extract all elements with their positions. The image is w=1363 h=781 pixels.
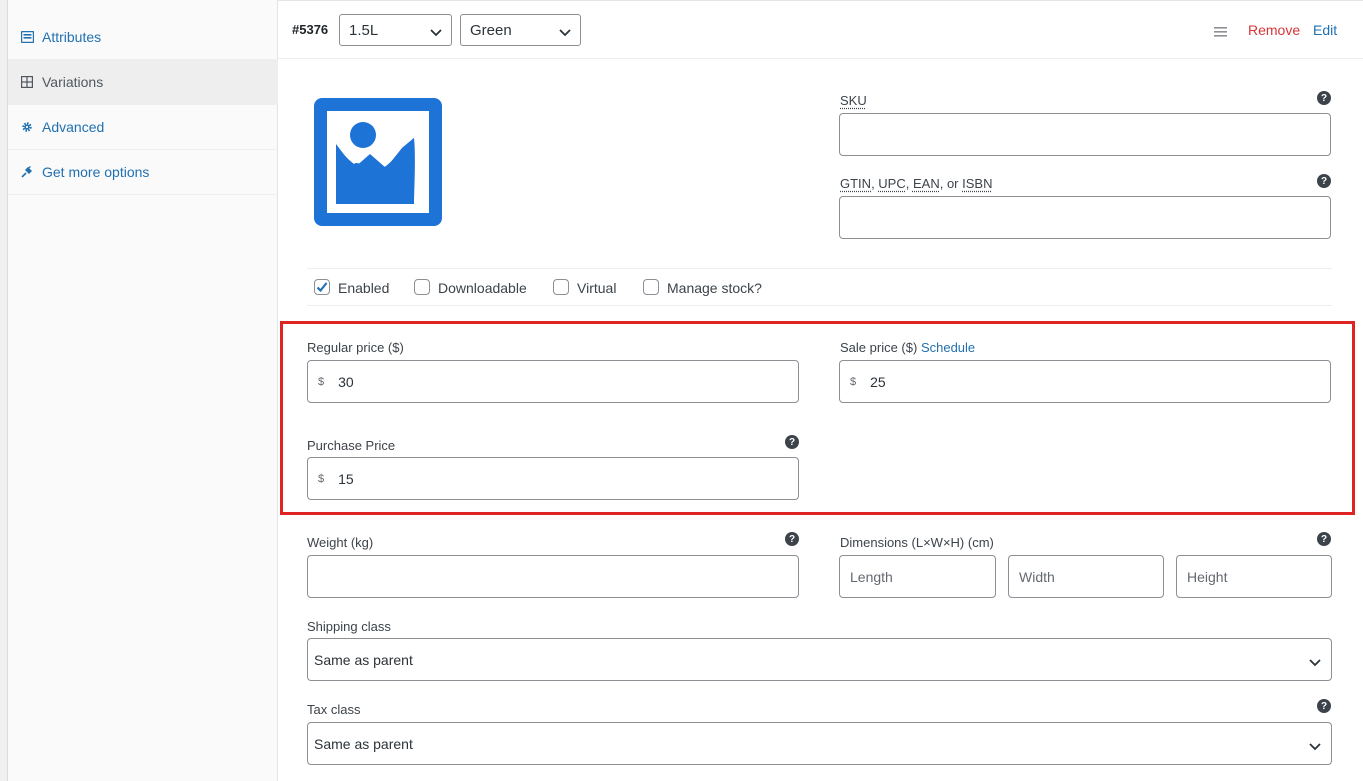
select-value: Same as parent <box>314 735 413 752</box>
gear-icon <box>20 120 34 134</box>
variation-id: #5376 <box>292 22 329 37</box>
weight-input[interactable] <box>307 555 799 598</box>
height-input[interactable]: Height <box>1176 555 1332 598</box>
sale-price-text: Sale price ($) <box>840 340 918 355</box>
variation-header: #5376 1.5L Green Remove Edit <box>278 0 1363 59</box>
chevron-down-icon <box>559 24 571 41</box>
sidebar-item-get-more-options[interactable]: Get more options <box>8 150 278 195</box>
grid-icon <box>20 75 34 89</box>
sale-price-input[interactable]: $ 25 <box>839 360 1331 403</box>
regular-price-input[interactable]: $ 30 <box>307 360 799 403</box>
currency-symbol: $ <box>318 472 325 485</box>
sku-label: SKU <box>840 93 867 108</box>
help-icon[interactable]: ? <box>785 532 799 546</box>
chevron-down-icon <box>1309 654 1321 670</box>
input-placeholder: Length <box>850 568 893 585</box>
sidebar-item-advanced[interactable]: Advanced <box>8 105 278 150</box>
sku-input[interactable] <box>839 113 1331 156</box>
sidebar-item-label: Advanced <box>42 119 105 135</box>
variation-panel: Attributes Variations Advanced Get more … <box>7 0 1363 781</box>
regular-price-label: Regular price ($) <box>307 340 404 355</box>
help-icon[interactable]: ? <box>1317 699 1331 713</box>
sidebar-item-label: Get more options <box>42 164 150 180</box>
help-icon[interactable]: ? <box>1317 532 1331 546</box>
ean-abbr: EAN <box>912 176 940 191</box>
upc-abbr: UPC <box>878 176 906 191</box>
variation-options-row: Enabled Downloadable Virtual Manage stoc… <box>307 268 1332 306</box>
enabled-checkbox[interactable] <box>314 279 330 295</box>
help-icon[interactable]: ? <box>1317 91 1331 105</box>
image-placeholder-icon <box>314 98 442 226</box>
schedule-link[interactable]: Schedule <box>921 340 975 355</box>
manage-stock-label: Manage stock? <box>667 280 762 296</box>
chevron-down-icon <box>1309 738 1321 754</box>
purchase-price-input[interactable]: $ 15 <box>307 457 799 500</box>
enabled-label: Enabled <box>338 280 390 296</box>
shipping-class-select[interactable]: Same as parent <box>307 638 1332 681</box>
remove-variation-link[interactable]: Remove <box>1248 22 1300 38</box>
gtin-label: GTIN, UPC, EAN, or ISBN <box>840 176 992 191</box>
gtin-sep: , <box>905 176 913 191</box>
sidebar-item-variations[interactable]: Variations <box>8 60 278 105</box>
virtual-checkbox[interactable] <box>553 279 569 295</box>
attributes-icon <box>20 30 34 44</box>
select-value: 1.5L <box>349 21 379 39</box>
chevron-down-icon <box>430 24 442 41</box>
help-icon[interactable]: ? <box>785 435 799 449</box>
shipping-class-label: Shipping class <box>307 619 391 634</box>
currency-symbol: $ <box>850 375 857 388</box>
sidebar-item-label: Variations <box>42 74 104 90</box>
variation-image-upload[interactable] <box>314 98 442 226</box>
drag-handle-icon[interactable] <box>1214 24 1228 40</box>
edit-variation-link[interactable]: Edit <box>1313 22 1337 38</box>
input-placeholder: Height <box>1187 568 1228 585</box>
variation-content: #5376 1.5L Green Remove Edit SKU ? GTIN,… <box>278 0 1363 781</box>
gtin-abbr: GTIN <box>840 176 872 191</box>
sidebar-item-attributes[interactable]: Attributes <box>8 15 278 60</box>
gtin-sep: , or <box>939 176 963 191</box>
isbn-abbr: ISBN <box>962 176 993 191</box>
checkmark-icon <box>316 282 328 293</box>
sidebar-item-label: Attributes <box>42 29 102 45</box>
dimensions-label: Dimensions (L×W×H) (cm) <box>840 535 994 550</box>
help-icon[interactable]: ? <box>1317 174 1331 188</box>
width-input[interactable]: Width <box>1008 555 1164 598</box>
length-input[interactable]: Length <box>839 555 996 598</box>
manage-stock-checkbox[interactable] <box>643 279 659 295</box>
downloadable-checkbox[interactable] <box>414 279 430 295</box>
currency-symbol: $ <box>318 375 325 388</box>
attribute-color-select[interactable]: Green <box>460 14 581 46</box>
downloadable-label: Downloadable <box>438 280 527 296</box>
input-value: 30 <box>338 373 354 390</box>
virtual-label: Virtual <box>577 280 617 296</box>
tax-class-select[interactable]: Same as parent <box>307 722 1332 765</box>
product-data-tabs: Attributes Variations Advanced Get more … <box>8 0 278 781</box>
sale-price-label: Sale price ($) Schedule <box>840 340 975 355</box>
tax-class-label: Tax class <box>307 702 361 717</box>
purchase-price-label: Purchase Price <box>307 438 396 453</box>
select-value: Same as parent <box>314 651 413 668</box>
input-value: 15 <box>338 470 354 487</box>
input-value: 25 <box>870 373 886 390</box>
plugin-icon <box>20 165 34 179</box>
select-value: Green <box>470 21 512 39</box>
input-placeholder: Width <box>1019 568 1055 585</box>
gtin-input[interactable] <box>839 196 1331 239</box>
weight-label: Weight (kg) <box>307 535 374 550</box>
attribute-size-select[interactable]: 1.5L <box>339 14 452 46</box>
